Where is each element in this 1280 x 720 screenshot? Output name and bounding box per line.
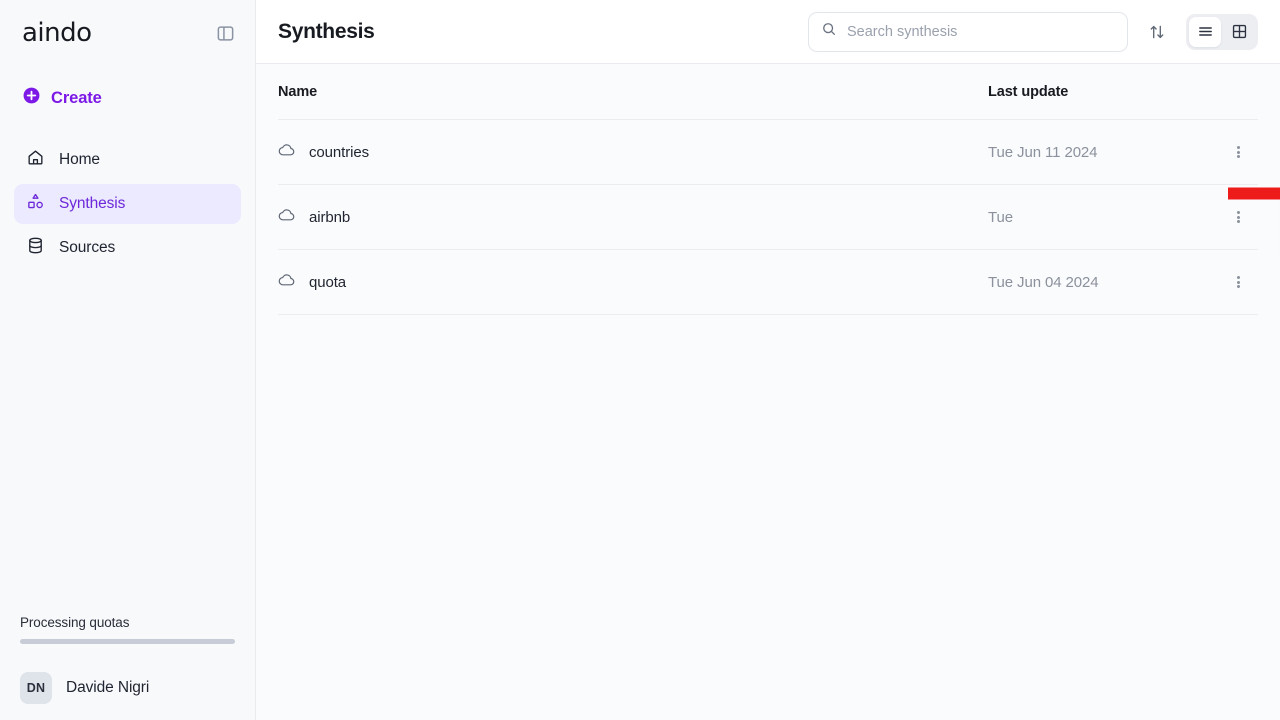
grid-view-button[interactable] — [1223, 17, 1255, 47]
cloud-icon — [278, 271, 296, 294]
row-menu-button[interactable] — [1224, 203, 1252, 231]
sidebar-item-sources[interactable]: Sources — [14, 228, 241, 268]
row-name-cell: countries — [278, 141, 988, 164]
row-actions-cell — [1218, 268, 1258, 296]
sidebar-item-home[interactable]: Home — [14, 140, 241, 180]
sidebar-footer: Processing quotas DN Davide Nigri — [0, 615, 255, 720]
table-row[interactable]: airbnb Tue — [278, 185, 1258, 250]
row-actions-cell — [1218, 203, 1258, 231]
create-button[interactable]: Create — [0, 86, 255, 110]
row-menu-button[interactable] — [1224, 138, 1252, 166]
row-last-update: Tue Jun 04 2024 — [988, 273, 1099, 291]
column-header-last-update-cell: Last update — [988, 83, 1218, 101]
database-icon — [26, 236, 45, 260]
sidebar-item-label-sources: Sources — [59, 239, 116, 256]
processing-quotas-label: Processing quotas — [20, 615, 130, 630]
sidebar-item-label-home: Home — [59, 151, 100, 168]
row-name-cell: airbnb — [278, 206, 988, 229]
cloud-icon — [278, 206, 296, 229]
synthesis-shapes-icon — [26, 192, 45, 216]
search-box[interactable] — [808, 11, 1128, 52]
sidebar-item-label-synthesis: Synthesis — [59, 195, 126, 212]
column-header-name-cell: Name — [278, 83, 988, 101]
column-header-last-update: Last update — [988, 83, 1069, 100]
user-name: Davide Nigri — [66, 679, 150, 696]
table-row[interactable]: countries Tue Jun 11 2024 — [278, 120, 1258, 185]
sort-button[interactable] — [1142, 17, 1172, 47]
row-actions-cell — [1218, 138, 1258, 166]
sidebar-nav: Home Synthesis Sources — [0, 140, 255, 268]
create-button-label: Create — [51, 88, 102, 107]
synthesis-list-container: Name Last update countries Tue Jun 11 20… — [256, 64, 1280, 315]
synthesis-table: Name Last update countries Tue Jun 11 20… — [278, 64, 1258, 315]
search-input[interactable] — [847, 23, 1115, 40]
column-header-name: Name — [278, 83, 318, 100]
row-name: airbnb — [309, 208, 351, 226]
plus-circle-icon — [22, 86, 41, 110]
table-row[interactable]: quota Tue Jun 04 2024 — [278, 250, 1258, 315]
logo-text: aindo — [22, 18, 92, 48]
app-root: aindo Create Home Synthesis Sources Proc… — [0, 0, 1280, 720]
user-account-row[interactable]: DN Davide Nigri — [20, 672, 235, 704]
home-icon — [26, 148, 45, 172]
row-name: countries — [309, 143, 369, 161]
sidebar-header: aindo — [0, 0, 255, 66]
row-menu-button[interactable] — [1224, 268, 1252, 296]
row-name-cell: quota — [278, 271, 988, 294]
cloud-icon — [278, 141, 296, 164]
top-bar: Synthesis — [256, 0, 1280, 64]
sidebar-item-synthesis[interactable]: Synthesis — [14, 184, 241, 224]
list-view-button[interactable] — [1189, 16, 1221, 47]
main-content: Synthesis Search synthesis Name Last upd… — [256, 0, 1280, 720]
row-name: quota — [309, 273, 347, 291]
page-title: Synthesis — [278, 19, 375, 43]
avatar: DN — [20, 672, 52, 704]
search-icon — [821, 21, 837, 42]
view-toggle-group — [1186, 13, 1258, 50]
sidebar: aindo Create Home Synthesis Sources Proc… — [0, 0, 256, 720]
top-bar-actions — [808, 11, 1258, 52]
row-last-update: Tue — [988, 208, 1013, 226]
panel-toggle-icon[interactable] — [213, 21, 237, 45]
row-last-update: Tue Jun 11 2024 — [988, 143, 1098, 161]
processing-quotas-progressbar — [20, 639, 235, 644]
table-header-row: Name Last update — [278, 64, 1258, 120]
app-logo: aindo — [22, 18, 92, 48]
